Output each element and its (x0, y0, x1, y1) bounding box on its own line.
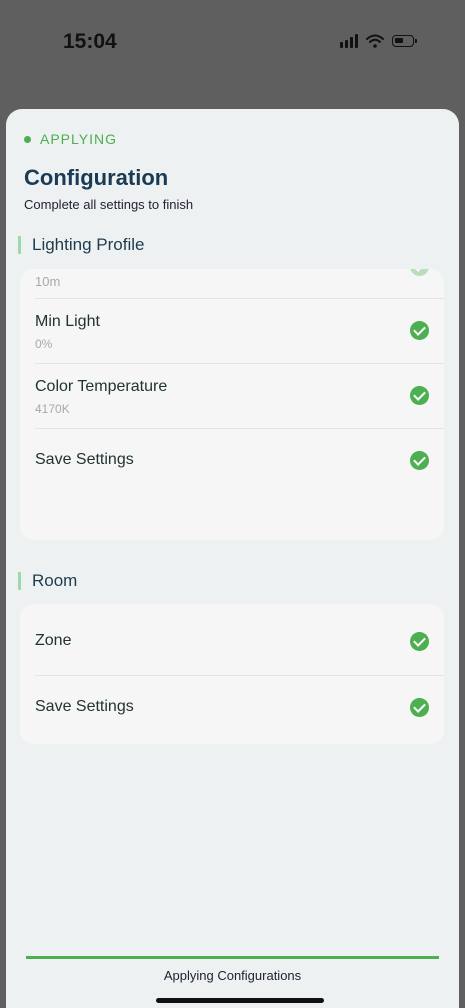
state-indicator: APPLYING (24, 131, 117, 147)
check-icon (410, 632, 429, 651)
status-icons (340, 34, 417, 48)
configuration-sheet: APPLYING Configuration Complete all sett… (6, 109, 459, 1008)
row-label: Save Settings (35, 698, 134, 715)
list-item-color-temperature[interactable]: Color Temperature 4170K (35, 364, 429, 428)
check-icon (410, 386, 429, 405)
list-item-save-settings[interactable]: Save Settings (35, 676, 429, 740)
lighting-profile-card: 10m Min Light 0% Color Temperature 4170K… (20, 269, 444, 540)
status-dot-icon (24, 135, 31, 143)
footer-status-text: Applying Configurations (163, 968, 302, 983)
room-card: Zone Save Settings (20, 604, 444, 744)
check-icon (410, 321, 429, 340)
check-icon (410, 269, 429, 276)
check-icon (410, 451, 429, 470)
section-header-room: Room (18, 571, 77, 591)
list-item-duration[interactable]: 10m (35, 269, 429, 299)
section-title: Lighting Profile (32, 235, 145, 254)
row-label: Zone (35, 632, 72, 649)
page-subtitle: Complete all settings to finish (24, 197, 194, 212)
wifi-icon (366, 34, 384, 48)
row-value: 0% (35, 337, 53, 351)
home-indicator[interactable] (156, 998, 324, 1003)
signal-icon (340, 34, 358, 48)
list-item-min-light[interactable]: Min Light 0% (35, 299, 429, 363)
section-accent-bar (18, 572, 21, 590)
section-accent-bar (18, 236, 21, 254)
progress-bar (26, 956, 439, 959)
status-bar: 15:04 (0, 0, 465, 90)
page-title: Configuration (24, 165, 169, 190)
row-label: Min Light (35, 313, 100, 330)
row-value: 10m (35, 274, 61, 289)
row-label: Save Settings (35, 451, 134, 468)
row-value: 4170K (35, 402, 70, 416)
section-title: Room (32, 571, 78, 590)
list-item-save-settings[interactable]: Save Settings (35, 429, 429, 493)
row-label: Color Temperature (35, 378, 168, 395)
list-item-zone[interactable]: Zone (35, 610, 429, 674)
section-header-lighting-profile: Lighting Profile (18, 235, 144, 255)
check-icon (410, 698, 429, 717)
battery-icon (392, 35, 417, 47)
state-label: APPLYING (40, 131, 117, 147)
status-time: 15:04 (63, 30, 117, 53)
